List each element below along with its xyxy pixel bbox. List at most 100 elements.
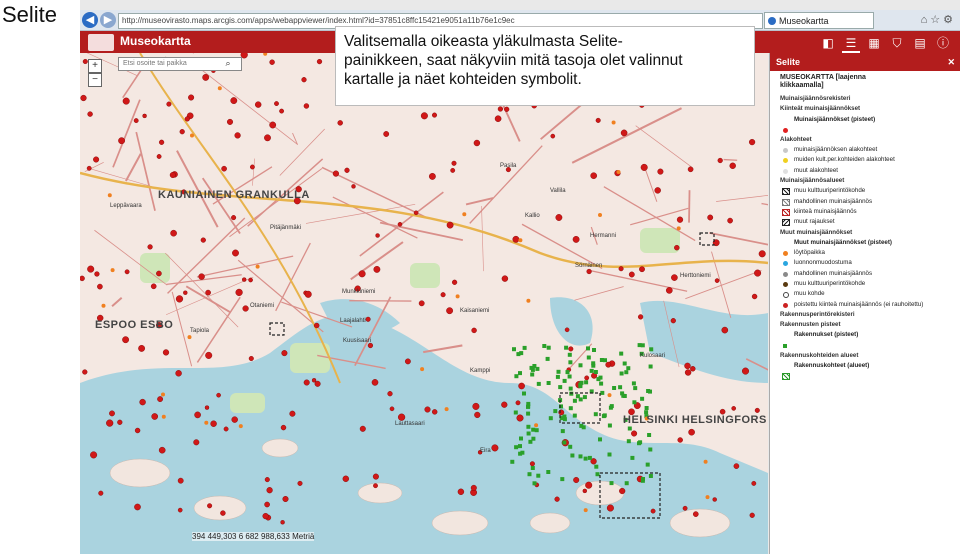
browser-tab[interactable]: Museokartta xyxy=(764,12,874,29)
find-point xyxy=(107,193,112,198)
legend-tool-icon[interactable]: ☰ xyxy=(842,35,860,53)
building-point xyxy=(579,423,584,428)
site-point xyxy=(282,496,289,503)
building-point xyxy=(530,466,535,470)
site-point xyxy=(497,106,504,112)
building-point xyxy=(612,386,617,390)
legend-row xyxy=(780,371,955,381)
site-point xyxy=(554,496,560,502)
building-point xyxy=(622,361,627,366)
building-point xyxy=(599,381,604,386)
building-point xyxy=(526,411,531,416)
map-canvas[interactable] xyxy=(80,53,768,554)
site-point xyxy=(269,59,275,65)
legend-row-label: Muinaisjäännökset (pisteet) xyxy=(794,115,876,123)
home-icon[interactable]: ⌂ xyxy=(921,14,931,26)
browser-tab-label: Museokartta xyxy=(779,16,829,26)
site-point xyxy=(690,366,696,372)
star-icon[interactable]: ☆ xyxy=(930,14,943,26)
site-point xyxy=(413,210,419,216)
site-point xyxy=(754,269,762,277)
legend-row-label: muu kulttuuriperintökohde xyxy=(794,280,866,288)
legend-row-label: muiden kult.per.kohteiden alakohteet xyxy=(794,156,895,164)
legend-row-label: muu kohde xyxy=(794,290,825,298)
legend-row: Rakennusperintörekisteri xyxy=(780,310,955,320)
map-island xyxy=(669,508,731,538)
site-point xyxy=(440,292,446,298)
basemap-tool-icon[interactable]: ▦ xyxy=(865,35,883,51)
site-point xyxy=(640,163,648,171)
legend-symbol-icon xyxy=(782,208,790,216)
building-point xyxy=(593,370,598,374)
map-place-label: Herttoniemi xyxy=(680,273,711,279)
building-point xyxy=(527,472,532,477)
site-point xyxy=(223,426,229,432)
zoom-in-button[interactable]: + xyxy=(88,59,102,73)
legend-row-label: Rakennusten pisteet xyxy=(780,320,841,328)
site-point xyxy=(124,269,130,275)
site-point xyxy=(446,221,454,229)
site-point xyxy=(470,484,477,491)
info-tool-icon[interactable]: ⓘ xyxy=(934,35,952,51)
site-point xyxy=(398,413,406,421)
legend-row: löytöpaikka xyxy=(780,248,955,258)
search-icon[interactable]: ⌕ xyxy=(221,57,235,69)
site-point xyxy=(297,480,303,486)
building-point xyxy=(618,385,623,390)
legend-panel-header: Selite ✕ xyxy=(770,53,960,71)
building-point xyxy=(619,371,624,376)
forward-icon[interactable]: ▶ xyxy=(100,12,116,28)
gear-icon[interactable]: ⚙ xyxy=(943,14,956,26)
legend-panel-title: Selite xyxy=(776,57,801,67)
filter-tool-icon[interactable]: ⛉ xyxy=(888,35,906,51)
site-point xyxy=(712,497,717,502)
map-island xyxy=(193,495,247,521)
site-point xyxy=(94,271,100,277)
site-point xyxy=(501,275,509,282)
legend-row-label: mahdollinen muinaisjäännös xyxy=(794,197,873,205)
site-point xyxy=(231,416,238,423)
site-point xyxy=(595,117,601,123)
site-point xyxy=(188,94,195,101)
back-icon[interactable]: ◀ xyxy=(82,12,98,28)
map-place-label: Kamppi xyxy=(470,368,491,374)
building-point xyxy=(514,374,519,379)
site-point xyxy=(674,244,680,251)
print-tool-icon[interactable]: ▤ xyxy=(911,35,929,51)
site-point xyxy=(472,402,480,410)
legend-row xyxy=(780,341,955,351)
map-place-label: Sörnäinen xyxy=(575,263,603,269)
zoom-out-button[interactable]: − xyxy=(88,73,102,87)
legend-service-title[interactable]: MUSEOKARTTA [laajenna klikkaamalla] xyxy=(780,74,955,90)
site-point xyxy=(568,346,574,352)
building-point xyxy=(599,358,604,362)
building-point xyxy=(518,451,523,456)
site-point xyxy=(147,244,153,250)
site-point xyxy=(177,507,183,513)
map-island xyxy=(261,438,299,458)
building-point xyxy=(510,459,515,464)
legend-row-label: Rakennuskohteet (alueet) xyxy=(794,361,870,369)
site-point xyxy=(684,362,691,370)
layers-tool-icon[interactable]: ◧ xyxy=(819,35,837,51)
building-point xyxy=(575,394,580,399)
legend-symbol-icon xyxy=(783,158,788,164)
city-label-espoo: ESPOO ESBO xyxy=(95,319,174,331)
site-point xyxy=(555,214,563,221)
building-point xyxy=(607,452,612,457)
site-point xyxy=(184,116,190,122)
find-point xyxy=(676,226,681,231)
site-point xyxy=(205,351,213,359)
building-point xyxy=(519,436,523,441)
site-point xyxy=(109,410,115,417)
site-point xyxy=(471,327,477,334)
legend-row: kiinteä muinaisjäännös xyxy=(780,207,955,217)
site-point xyxy=(590,172,598,179)
close-icon[interactable]: ✕ xyxy=(947,53,955,71)
building-point xyxy=(640,343,645,348)
building-point xyxy=(513,410,518,415)
map-place-label: Munkkiniemi xyxy=(342,289,376,295)
map-island xyxy=(109,458,171,488)
map-view[interactable]: Etsi osoite tai paikka ⌕ + − KAUNIAINEN … xyxy=(80,53,768,554)
site-point xyxy=(87,265,95,273)
